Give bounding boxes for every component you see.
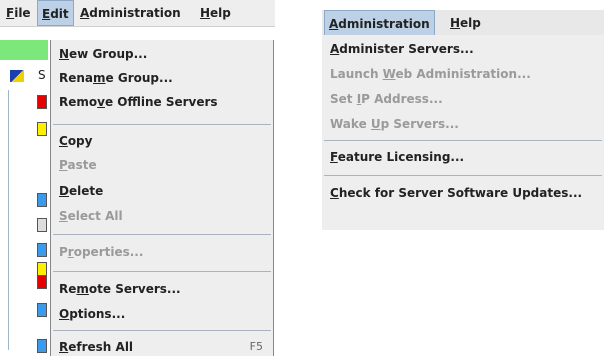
menu-item-label: Feature Licensing... xyxy=(330,150,465,164)
left-screenshot: File Edit Administration Help S New Grou… xyxy=(0,0,275,356)
menu-item-remove-offline-servers[interactable]: Remove Offline Servers xyxy=(51,90,273,114)
menu-separator xyxy=(324,175,602,176)
menu-item-feature-licensing[interactable]: Feature Licensing... xyxy=(322,145,604,169)
tree-node-icon xyxy=(37,243,47,257)
menu-item-set-ip-address: Set IP Address... xyxy=(322,87,604,111)
menu-separator xyxy=(324,140,602,141)
menu-item-delete[interactable]: Delete xyxy=(51,179,273,203)
menu-item-properties: Properties... xyxy=(51,240,273,264)
tree-node-icon xyxy=(37,122,47,136)
menu-help-mnemonic: H xyxy=(200,6,211,20)
menu-administration-label: dministration xyxy=(89,6,181,20)
menubar: Administration Help xyxy=(322,10,604,36)
menu-item-label: Remove Offline Servers xyxy=(59,95,218,109)
tree-node-icon xyxy=(37,262,47,276)
menu-item-check-for-updates[interactable]: Check for Server Software Updates... xyxy=(322,181,604,205)
menu-help[interactable]: Help xyxy=(196,0,235,26)
menu-item-administer-servers[interactable]: Administer Servers... xyxy=(322,37,604,61)
toolbar-strip xyxy=(0,40,48,60)
menu-file-label: ile xyxy=(14,6,31,20)
tree-root-icon xyxy=(10,70,24,82)
menu-item-label: Copy xyxy=(59,134,93,148)
tree-node-icon xyxy=(37,303,47,317)
menu-item-copy[interactable]: Copy xyxy=(51,129,273,153)
menu-item-rename-group[interactable]: Rename Group... xyxy=(51,66,273,90)
menu-separator xyxy=(53,234,271,235)
tree-root-label: S xyxy=(38,68,46,82)
menu-item-label: Wake Up Servers... xyxy=(330,117,459,131)
menu-item-label: Check for Server Software Updates... xyxy=(330,186,583,200)
menu-item-label: Properties... xyxy=(59,245,144,259)
tree-node-icon xyxy=(37,193,47,207)
menu-item-launch-web-administration: Launch Web Administration... xyxy=(322,62,604,86)
shortcut-label: F5 xyxy=(249,340,263,353)
menu-file[interactable]: File xyxy=(2,0,35,26)
menubar: File Edit Administration Help xyxy=(0,0,275,27)
menu-help-label: elp xyxy=(460,16,481,30)
menu-edit[interactable]: Edit xyxy=(37,0,74,26)
tree-node-icon xyxy=(37,95,47,109)
menu-item-label: Refresh All xyxy=(59,340,134,354)
menu-administration[interactable]: Administration xyxy=(324,10,435,36)
menu-file-mnemonic: F xyxy=(6,6,15,20)
right-screenshot: Administration Help Administer Servers..… xyxy=(322,10,604,230)
menu-item-label: Set IP Address... xyxy=(330,92,443,106)
menu-help-mnemonic: H xyxy=(450,16,461,30)
tree-node-icon xyxy=(37,218,47,232)
menu-item-remote-servers[interactable]: Remote Servers... xyxy=(51,277,273,301)
menu-item-label: Launch Web Administration... xyxy=(330,67,531,81)
menu-item-label: Select All xyxy=(59,209,123,223)
edit-menu-popup: New Group... Rename Group... Remove Offl… xyxy=(50,40,274,356)
menu-item-new-group[interactable]: New Group... xyxy=(51,42,273,66)
menu-edit-mnemonic: E xyxy=(42,7,51,21)
tree-node-icon xyxy=(37,275,47,289)
menu-item-label: Options... xyxy=(59,307,126,321)
menu-item-select-all: Select All xyxy=(51,204,273,228)
menu-edit-label: dit xyxy=(50,7,69,21)
menu-separator xyxy=(53,124,271,125)
menu-administration-mnemonic: A xyxy=(329,17,339,31)
tree-node-icon xyxy=(37,339,47,353)
menu-separator xyxy=(53,271,271,272)
menu-item-label: Administer Servers... xyxy=(330,42,474,56)
menu-administration[interactable]: Administration xyxy=(76,0,185,26)
server-tree: S xyxy=(0,60,48,356)
administration-menu-popup: Administer Servers... Launch Web Adminis… xyxy=(322,35,604,230)
menu-item-label: Rename Group... xyxy=(59,71,173,85)
menu-help[interactable]: Help xyxy=(446,10,485,36)
menu-item-label: Delete xyxy=(59,184,104,198)
menu-separator xyxy=(53,330,271,331)
menu-administration-mnemonic: A xyxy=(80,6,90,20)
menu-item-paste: Paste xyxy=(51,153,273,177)
menu-help-label: elp xyxy=(210,6,231,20)
menu-item-label: Remote Servers... xyxy=(59,282,181,296)
menu-administration-label: dministration xyxy=(338,17,430,31)
menu-item-wake-up-servers: Wake Up Servers... xyxy=(322,112,604,136)
menu-item-label: New Group... xyxy=(59,47,148,61)
menu-item-options[interactable]: Options... xyxy=(51,302,273,326)
menu-item-label: Paste xyxy=(59,158,97,172)
menu-item-refresh-all[interactable]: Refresh All F5 xyxy=(51,335,273,356)
